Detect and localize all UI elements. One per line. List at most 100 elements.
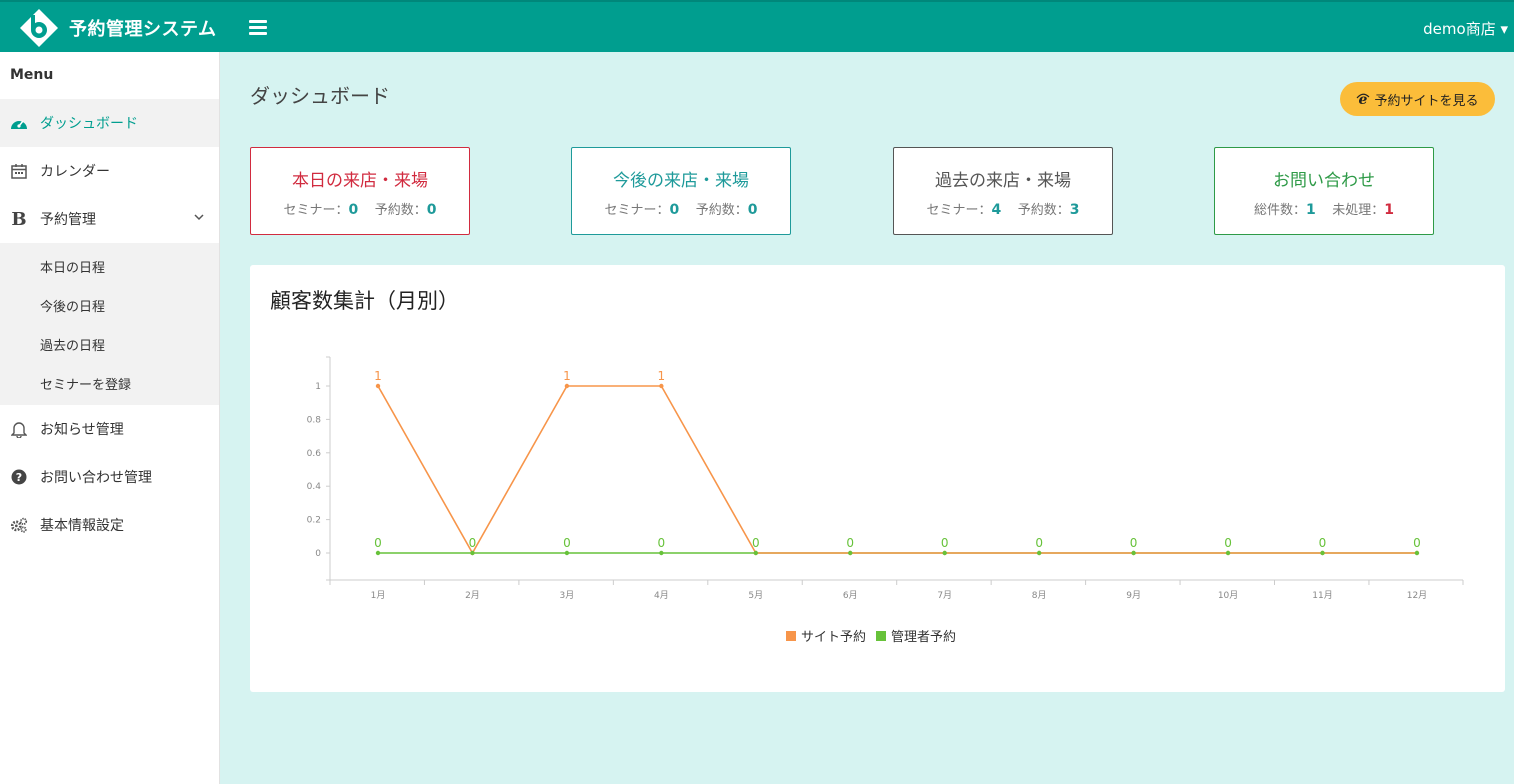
view-booking-site-label: 予約サイトを見る bbox=[1374, 93, 1479, 109]
booking-b-icon: B bbox=[11, 208, 27, 230]
x-tick-label: 1月 bbox=[371, 590, 386, 601]
internet-explorer-icon: e bbox=[1357, 92, 1370, 106]
card-title: 本日の来店・来場 bbox=[292, 171, 428, 191]
app-title[interactable]: 予約管理システム bbox=[69, 15, 216, 41]
data-label: 0 bbox=[1413, 536, 1421, 550]
data-label: 1 bbox=[374, 369, 382, 383]
legend-item-admin[interactable]: 管理者予約 bbox=[876, 626, 956, 645]
data-label: 0 bbox=[846, 536, 854, 550]
legend-label: 管理者予約 bbox=[891, 630, 957, 645]
data-point bbox=[1414, 550, 1420, 556]
data-point bbox=[470, 550, 475, 556]
chart-legend: サイト予約 管理者予約 bbox=[786, 626, 966, 645]
card-title: 今後の来店・来場 bbox=[613, 171, 749, 191]
x-tick-label: 2月 bbox=[465, 590, 480, 601]
question-icon: ? bbox=[10, 468, 28, 486]
data-point bbox=[1320, 550, 1325, 556]
upcoming-visits-card[interactable]: 今後の来店・来場 セミナー：0 予約数：0 bbox=[571, 147, 791, 235]
y-tick-label: 0.8 bbox=[307, 415, 322, 425]
data-point bbox=[375, 383, 381, 389]
hamburger-menu-icon[interactable] bbox=[249, 20, 267, 36]
svg-text:?: ? bbox=[16, 471, 22, 484]
dashboard-icon bbox=[10, 114, 28, 132]
legend-item-site[interactable]: サイト予約 bbox=[786, 626, 866, 645]
customer-count-chart-panel: 顧客数集計（月別） 0 0.2 0.4 0.6 0.8 1 1月 2月 3月 4月 5月 6月 7月 8月… bbox=[250, 265, 1505, 692]
menu-heading: Menu bbox=[10, 67, 54, 83]
data-point bbox=[942, 550, 947, 556]
page-title: ダッシュボード bbox=[250, 84, 390, 108]
card-title: お問い合わせ bbox=[1273, 171, 1375, 191]
sidebar-item-notices[interactable]: お知らせ管理 bbox=[0, 405, 219, 453]
data-point bbox=[659, 550, 664, 556]
data-point bbox=[375, 550, 381, 556]
bell-icon bbox=[10, 420, 28, 438]
y-tick-label: 0 bbox=[315, 549, 321, 559]
y-tick-label: 1 bbox=[315, 382, 321, 392]
y-tick-label: 0.4 bbox=[307, 482, 322, 492]
y-tick-label: 0.2 bbox=[307, 516, 321, 526]
sidebar-item-label: お知らせ管理 bbox=[40, 422, 124, 438]
submenu-item-today[interactable]: 本日の日程 bbox=[0, 247, 219, 286]
data-label: 0 bbox=[658, 536, 666, 550]
gears-icon bbox=[10, 516, 28, 534]
booking-submenu: 本日の日程 今後の日程 過去の日程 セミナーを登録 bbox=[0, 243, 219, 405]
y-tick-label: 0.6 bbox=[307, 449, 322, 459]
x-tick-label: 10月 bbox=[1218, 590, 1238, 601]
sidebar-item-dashboard[interactable]: ダッシュボード bbox=[0, 99, 219, 147]
x-tick-label: 12月 bbox=[1407, 590, 1427, 601]
card-stats: 総件数：1 未処理：1 bbox=[1253, 202, 1395, 218]
sidebar-item-basic-settings[interactable]: 基本情報設定 bbox=[0, 501, 219, 549]
sidebar-item-booking-management[interactable]: B 予約管理 bbox=[0, 195, 219, 243]
data-point bbox=[659, 383, 664, 389]
x-tick-label: 8月 bbox=[1032, 590, 1047, 601]
x-tick-label: 9月 bbox=[1126, 590, 1141, 601]
data-point bbox=[1225, 550, 1231, 556]
data-label: 0 bbox=[1035, 536, 1043, 550]
sidebar-item-label: カレンダー bbox=[40, 164, 110, 180]
sidebar-item-inquiries[interactable]: ? お問い合わせ管理 bbox=[0, 453, 219, 501]
data-point bbox=[848, 550, 853, 556]
calendar-icon bbox=[10, 162, 28, 180]
data-point bbox=[1131, 550, 1136, 556]
data-label: 0 bbox=[563, 536, 571, 550]
card-stats: セミナー：0 予約数：0 bbox=[283, 202, 437, 218]
data-label: 0 bbox=[941, 536, 949, 550]
sidebar: Menu ダッシュボード カレンダー B 予約管理 本日の日程 今後の日程 過去… bbox=[0, 52, 220, 784]
card-title: 過去の来店・来場 bbox=[935, 171, 1071, 191]
series-line-0 bbox=[377, 385, 1417, 555]
legend-label: サイト予約 bbox=[801, 630, 867, 645]
chevron-down-icon bbox=[194, 214, 204, 221]
data-label: 1 bbox=[658, 369, 666, 383]
x-tick-label: 5月 bbox=[748, 590, 763, 601]
sidebar-item-calendar[interactable]: カレンダー bbox=[0, 147, 219, 195]
x-tick-label: 7月 bbox=[937, 590, 952, 601]
user-menu[interactable]: demo商店 ▾ bbox=[1423, 18, 1508, 39]
data-label: 1 bbox=[563, 369, 571, 383]
data-label: 0 bbox=[752, 536, 760, 550]
card-stats: セミナー：4 予約数：3 bbox=[926, 202, 1080, 218]
card-stats: セミナー：0 予約数：0 bbox=[604, 202, 758, 218]
sidebar-item-label: ダッシュボード bbox=[40, 116, 138, 132]
logo-icon[interactable] bbox=[18, 7, 60, 49]
submenu-item-past[interactable]: 過去の日程 bbox=[0, 325, 219, 364]
submenu-item-upcoming[interactable]: 今後の日程 bbox=[0, 286, 219, 325]
data-point bbox=[1036, 550, 1042, 556]
submenu-item-register-seminar[interactable]: セミナーを登録 bbox=[0, 364, 219, 403]
past-visits-card[interactable]: 過去の来店・来場 セミナー：4 予約数：3 bbox=[893, 147, 1113, 235]
data-label: 0 bbox=[1130, 536, 1138, 550]
sidebar-item-label: 予約管理 bbox=[40, 212, 96, 228]
data-point bbox=[564, 383, 570, 389]
data-label: 0 bbox=[1224, 536, 1232, 550]
today-visits-card[interactable]: 本日の来店・来場 セミナー：0 予約数：0 bbox=[250, 147, 470, 235]
data-label: 0 bbox=[374, 536, 382, 550]
x-tick-label: 6月 bbox=[843, 590, 858, 601]
x-tick-label: 3月 bbox=[560, 590, 575, 601]
view-booking-site-button[interactable]: e 予約サイトを見る bbox=[1340, 82, 1495, 116]
top-header: 予約管理システム demo商店 ▾ bbox=[0, 0, 1514, 52]
data-label: 0 bbox=[469, 536, 477, 550]
x-tick-label: 11月 bbox=[1312, 590, 1332, 601]
x-tick-label: 4月 bbox=[654, 590, 669, 601]
inquiries-card[interactable]: お問い合わせ 総件数：1 未処理：1 bbox=[1214, 147, 1434, 235]
data-point bbox=[753, 550, 758, 556]
data-point bbox=[564, 550, 570, 556]
